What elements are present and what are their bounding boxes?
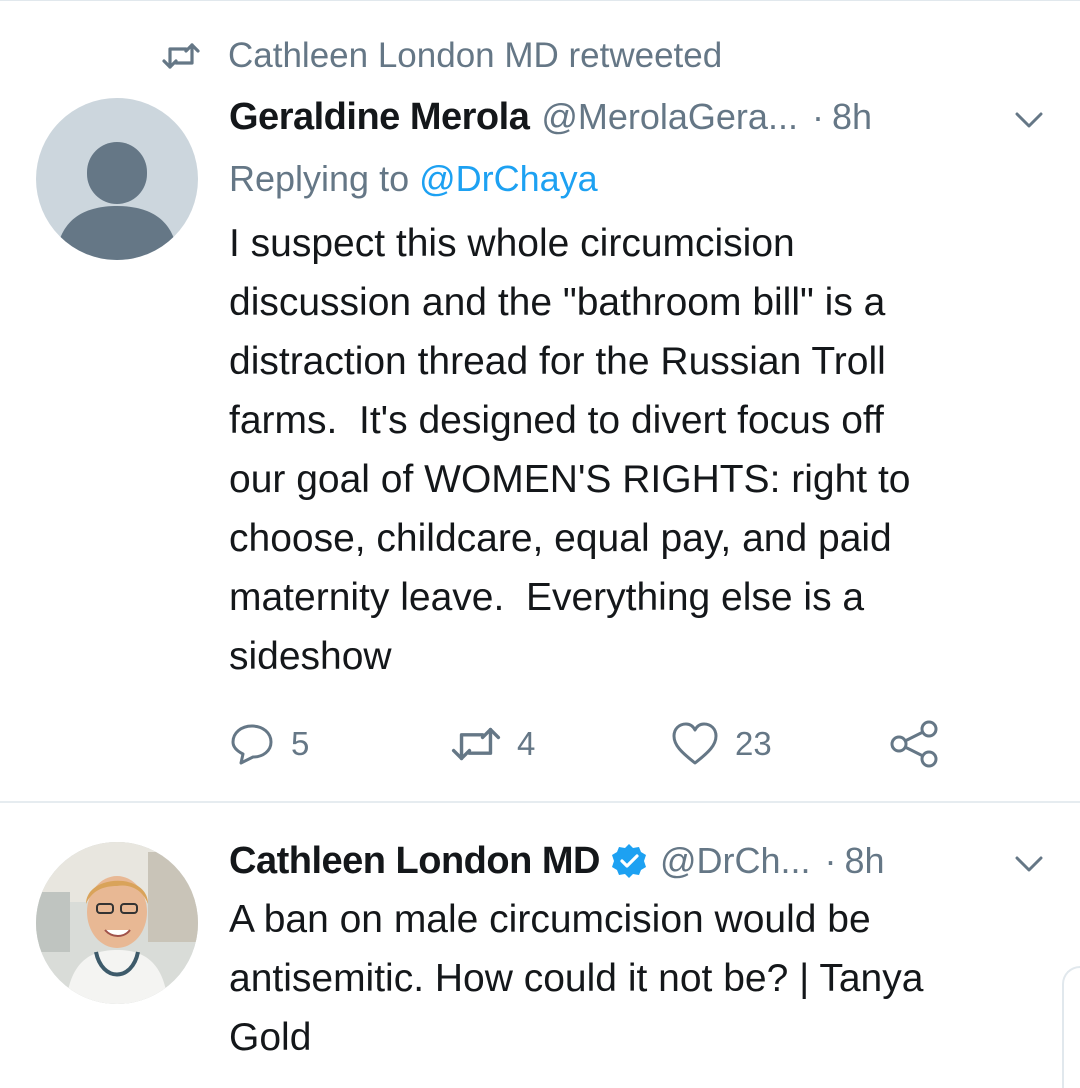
share-button[interactable] [889, 716, 941, 772]
retweet-count: 4 [517, 725, 536, 762]
tweet1-text-line: discussion and the "bathroom bill" is a [229, 281, 886, 324]
tweet2-text-line: Gold [229, 1016, 312, 1059]
tweet2-text-line: antisemitic. How could it not be? | Tany… [229, 957, 924, 1000]
link-card-preview-edge[interactable] [1062, 966, 1080, 1088]
like-button[interactable]: 23 [671, 716, 772, 772]
tweet1-separator: · [811, 96, 824, 137]
like-count: 23 [735, 725, 772, 762]
tweet1-text-line: our goal of WOMEN'S RIGHTS: right to [229, 458, 911, 501]
tweet1-action-bar: 5 4 23 [229, 716, 989, 772]
tweet1-text-line: maternity leave. Everything else is a [229, 576, 865, 619]
tweet1-text-line: distraction thread for the Russian Troll [229, 340, 886, 383]
tweet2-chevron-down-icon[interactable] [1014, 854, 1044, 874]
tweet1-timestamp[interactable]: 8h [832, 96, 872, 138]
retweet-icon [162, 43, 200, 69]
tweet2-author-handle[interactable]: @DrCh... [660, 840, 811, 882]
tweet1-author-handle[interactable]: @MerolaGera... [541, 96, 798, 138]
reply-count: 5 [291, 725, 310, 762]
heart-icon [672, 722, 718, 765]
tweet1-replying-to: Replying to @DrChaya [229, 158, 598, 200]
avatar-geraldine[interactable] [36, 98, 198, 260]
tweet2-author-name[interactable]: Cathleen London MD [229, 840, 600, 883]
tweet1-text-line: sideshow [229, 635, 392, 678]
profile-photo-image [36, 842, 198, 1004]
replying-prefix: Replying to [229, 158, 420, 199]
retweet-icon [451, 727, 501, 761]
tweet1-text-line: farms. It's designed to divert focus off [229, 399, 884, 442]
tweet1-text-line: choose, childcare, equal pay, and paid [229, 517, 892, 560]
tweet1-header: Geraldine Merola @MerolaGera... · 8h [229, 92, 872, 142]
tweet2-text: A ban on male circumcision would be anti… [229, 890, 923, 1067]
reply-button[interactable]: 5 [229, 716, 309, 772]
reply-icon [231, 724, 273, 765]
share-icon [890, 720, 938, 768]
tweet2-header: Cathleen London MD @DrCh... · 8h [229, 836, 885, 886]
tweet1-text: I suspect this whole circumcision discus… [229, 214, 910, 686]
tweet1-chevron-down-icon[interactable] [1014, 110, 1044, 130]
tweet-divider [0, 801, 1080, 803]
tweet2-timestamp[interactable]: 8h [845, 840, 885, 882]
avatar-cathleen[interactable] [36, 842, 198, 1004]
tweet1-author-name[interactable]: Geraldine Merola [229, 96, 530, 139]
retweet-banner-text: Cathleen London MD retweeted [228, 36, 723, 75]
tweet1-text-line: I suspect this whole circumcision [229, 222, 795, 265]
tweet2-text-line: A ban on male circumcision would be [229, 898, 871, 941]
default-user-icon [56, 142, 178, 260]
tweet2-separator: · [824, 840, 837, 881]
replying-mention-link[interactable]: @DrChaya [419, 158, 598, 199]
verified-badge-icon [611, 844, 646, 878]
top-divider [0, 0, 1080, 1]
retweet-banner[interactable]: Cathleen London MD retweeted [162, 34, 722, 78]
retweet-button[interactable]: 4 [451, 716, 535, 772]
